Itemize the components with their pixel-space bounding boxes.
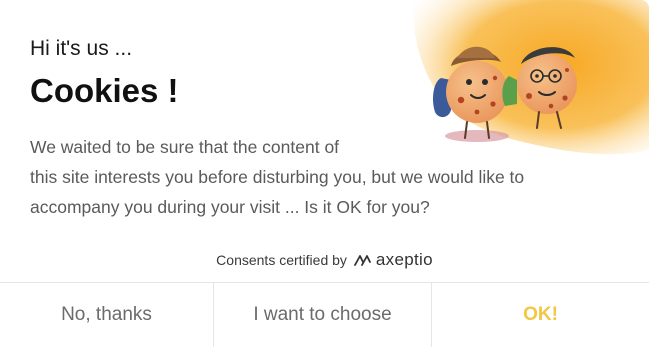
cookie-consent-dialog: Hi it's us ... Cookies ! We waited to be… bbox=[0, 0, 649, 347]
action-buttons: No, thanks I want to choose OK! bbox=[0, 282, 649, 347]
certification-text: Consents certified by bbox=[216, 252, 347, 268]
axeptio-logo-icon bbox=[354, 255, 371, 266]
certification-line: Consents certified by axeptio bbox=[0, 250, 649, 270]
message-line: accompany you during your visit ... Is i… bbox=[30, 197, 430, 217]
accept-button[interactable]: OK! bbox=[431, 283, 649, 347]
brand-link[interactable]: axeptio bbox=[354, 250, 433, 270]
consent-message: We waited to be sure that the content of… bbox=[30, 132, 630, 222]
message-line: We waited to be sure that the content of bbox=[30, 137, 340, 157]
choose-button[interactable]: I want to choose bbox=[213, 283, 431, 347]
greeting-text: Hi it's us ... bbox=[30, 37, 133, 60]
brand-name: axeptio bbox=[375, 250, 433, 269]
message-line: this site interests you before disturbin… bbox=[30, 167, 525, 187]
decline-button[interactable]: No, thanks bbox=[0, 283, 213, 347]
dialog-title: Cookies ! bbox=[30, 72, 179, 109]
